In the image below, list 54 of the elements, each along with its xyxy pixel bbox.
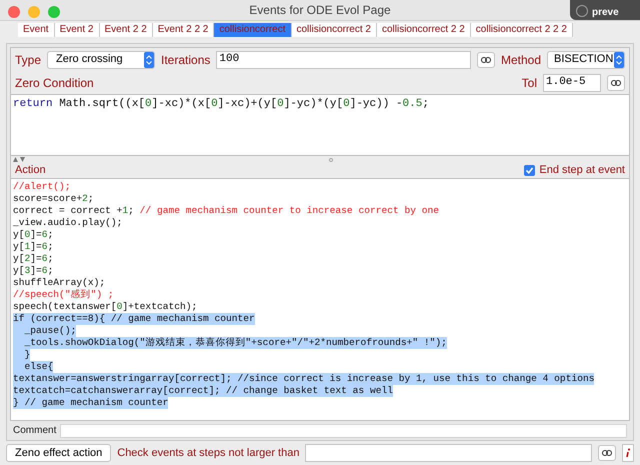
code-line: return Math.sqrt((x[0]-xc)*(x[0]-xc)+(y[0]-yc)*(y[0]-yc)) -0.5; (13, 98, 429, 110)
code-line: _view.audio.play(); (13, 216, 122, 229)
tol-label: Tol (522, 74, 537, 92)
link-button[interactable] (607, 74, 625, 91)
zeno-effect-action-button[interactable]: Zeno effect action (6, 444, 112, 462)
comment-label: Comment (13, 424, 56, 438)
link-icon (480, 56, 491, 63)
comment-field[interactable] (60, 424, 627, 438)
dropdown-arrows-icon (144, 52, 154, 68)
tol-field[interactable]: 1.0e-5 (543, 74, 601, 92)
info-button[interactable] (622, 444, 634, 462)
code-line: //alert(); (13, 180, 71, 193)
code-editor[interactable] (11, 178, 629, 420)
code-line: y[2]=6; (13, 252, 54, 265)
code-line: score=score+2; (13, 192, 94, 205)
tab[interactable]: Event 2 (54, 22, 100, 37)
app-icon (576, 5, 588, 17)
method-label: Method (500, 52, 541, 69)
code-line: correct = correct +1; // game mechanism counter to increase correct by one (13, 204, 440, 217)
code-line: shuffleArray(x); (13, 276, 106, 289)
code-line: y[3]=6; (13, 264, 54, 277)
tab[interactable]: collisioncorrect 2 (292, 22, 377, 37)
type-label: Type (15, 52, 42, 69)
zero-condition-label: Zero Condition (15, 74, 95, 92)
iterations-label: Iterations (161, 52, 210, 69)
dropdown-arrows-icon (614, 52, 624, 68)
iterations-field[interactable]: 100 (216, 50, 471, 69)
splitter-arrows-icon[interactable] (13, 157, 25, 162)
code-line: speech(textanswer[0]+textcatch); (13, 300, 198, 313)
tab[interactable]: Event 2 2 (100, 22, 153, 37)
tab[interactable]: Event 2 2 2 (152, 22, 214, 37)
code-line: y[0]=6; (13, 228, 54, 241)
code-line: y[1]=6; (13, 240, 54, 253)
notification-text: preve (592, 7, 619, 19)
steps-field[interactable] (305, 444, 592, 462)
link-icon (602, 450, 612, 456)
close-button[interactable] (8, 6, 20, 18)
code-editor[interactable]: return Math.sqrt((x[0]-xc)*(x[0]-xc)+(y[0]-yc)*(y[0]-yc)) -0.5; (11, 94, 629, 156)
tab[interactable]: collisioncorrect 2 2 2 (470, 22, 573, 37)
window-title: Events for ODE Evol Page (249, 2, 391, 19)
link-button[interactable] (476, 52, 495, 68)
checkbox[interactable] (524, 165, 536, 176)
check-events-label: Check events at steps not larger than (117, 446, 300, 461)
type-dropdown[interactable]: Zero crossing (47, 50, 156, 69)
link-button[interactable] (598, 444, 616, 461)
tab[interactable]: Event (18, 22, 55, 37)
splitter-handle[interactable] (329, 158, 333, 162)
action-label: Action (15, 163, 47, 178)
code-line: //speech("感到") ; (13, 288, 114, 301)
method-dropdown[interactable]: BISECTION (547, 50, 625, 69)
end-step-label: End step at event (539, 163, 625, 178)
info-icon (625, 448, 631, 458)
tab[interactable]: collisioncorrect 2 2 (376, 22, 471, 37)
link-icon (611, 80, 621, 86)
